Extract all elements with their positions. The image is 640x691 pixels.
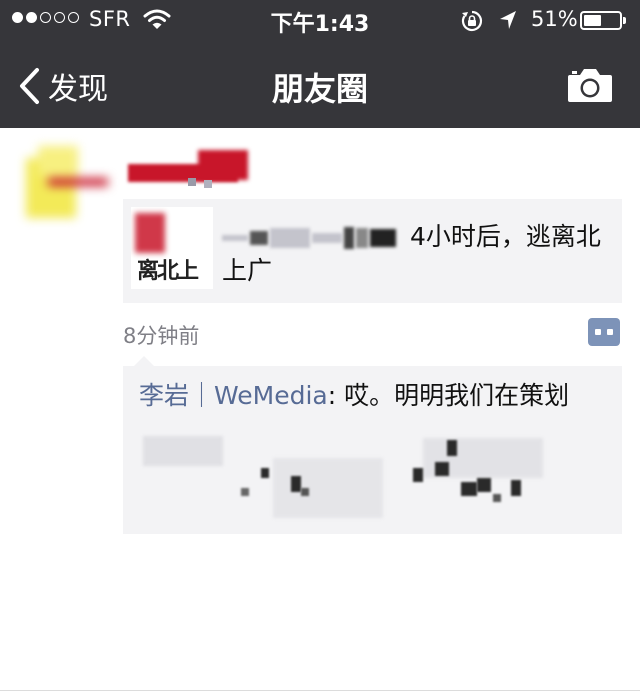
page-title: 朋友圈 — [271, 70, 368, 108]
status-bar: SFR 下午1:43 51% — [0, 0, 640, 40]
navigation-bar: 发现 朋友圈 — [0, 40, 640, 128]
post-timestamp: 8分钟前 — [123, 324, 200, 348]
thumbnail-text: 离北上 — [137, 258, 199, 284]
rotation-lock-icon — [460, 9, 484, 37]
location-arrow-icon — [499, 10, 517, 34]
article-thumbnail: 离北上 — [131, 207, 213, 289]
comment-author-link[interactable]: 李岩｜WeMedia — [139, 381, 328, 410]
battery-tip — [623, 17, 626, 24]
avatar[interactable] — [18, 138, 108, 234]
battery-level-fill — [584, 15, 601, 26]
poster-name-redacted[interactable] — [128, 150, 250, 190]
comment-action-button[interactable] — [588, 318, 620, 346]
shared-article-title: 4小时后，逃离北上广 — [222, 220, 612, 288]
redacted-comments — [123, 428, 622, 534]
camera-button[interactable] — [566, 66, 614, 108]
battery-icon — [580, 11, 622, 30]
camera-icon — [568, 69, 612, 102]
moments-feed: 离北上 4小时后，逃离北上广 8分钟前 李岩｜WeMedia: 哎。明明我们在策… — [0, 128, 640, 691]
battery-percentage: 51% — [531, 7, 578, 31]
comment-item[interactable]: 李岩｜WeMedia: 哎。明明我们在策划 — [139, 376, 569, 412]
comment-text: : 哎。明明我们在策划 — [327, 381, 570, 410]
